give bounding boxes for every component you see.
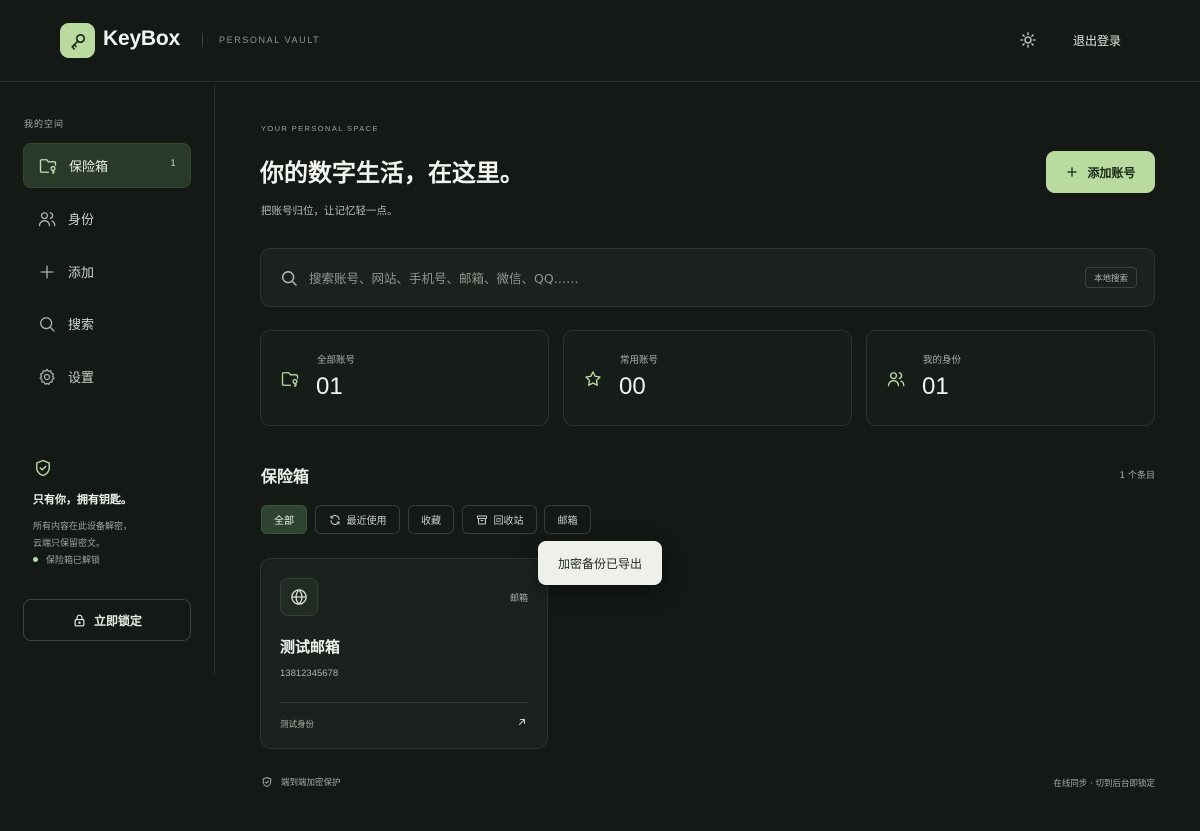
item-count: 1 个条目 xyxy=(1119,471,1155,481)
sidebar-item-identity[interactable]: 身份 xyxy=(23,196,191,241)
stat-card-identities[interactable]: 我的身份 01 xyxy=(866,330,1155,426)
footer-encryption: 端到端加密保护 xyxy=(261,776,341,788)
vault-status: 保险箱已解锁 xyxy=(33,553,100,566)
filter-chip-label: 邮箱 xyxy=(557,516,578,527)
security-note-line: 所有内容在此设备解密， xyxy=(33,522,133,532)
stat-label: 常用账号 xyxy=(620,355,659,366)
brand-subtitle: PERSONAL VAULT xyxy=(219,35,321,45)
arrow-up-right-icon[interactable] xyxy=(516,716,528,728)
account-title: 测试邮箱 xyxy=(280,638,341,656)
logout-button[interactable]: 退出登录 xyxy=(1073,32,1121,49)
sidebar-item-label: 搜索 xyxy=(68,318,95,333)
filter-chip-label: 收藏 xyxy=(421,516,441,527)
status-dot xyxy=(33,557,38,562)
account-identity: 测试身份 xyxy=(280,720,315,730)
brand-divider xyxy=(202,33,203,47)
filter-chip-all[interactable]: 全部 xyxy=(261,505,307,534)
vault-count-badge: 1 xyxy=(170,159,176,169)
globe-icon xyxy=(280,578,318,616)
footer-encryption-text: 端到端加密保护 xyxy=(281,778,341,788)
theme-toggle-sun-icon[interactable] xyxy=(1018,30,1038,50)
toast-notification: 加密备份已导出 xyxy=(538,541,662,585)
search-icon xyxy=(40,316,55,332)
account-phone: 13812345678 xyxy=(280,668,339,679)
key-logo-icon xyxy=(60,23,95,58)
add-account-button[interactable]: 添加账号 xyxy=(1046,151,1155,193)
search-icon xyxy=(282,271,297,286)
gear-icon xyxy=(39,368,55,385)
folder-key-icon xyxy=(39,158,57,174)
filter-chip-label: 全部 xyxy=(274,516,294,527)
plus-icon xyxy=(1067,167,1078,177)
sidebar: 我的空间 保险箱 1 身份 添加 搜索 设置 xyxy=(0,83,215,675)
security-note-title: 只有你，拥有钥匙。 xyxy=(33,493,132,506)
top-bar: KeyBox PERSONAL VAULT 退出登录 xyxy=(0,0,1200,82)
stat-value: 00 xyxy=(619,373,646,400)
star-icon xyxy=(585,371,601,386)
filter-chip-email[interactable]: 邮箱 xyxy=(544,505,591,534)
stat-card-all-accounts[interactable]: 全部账号 01 xyxy=(260,330,549,426)
card-divider xyxy=(280,702,529,703)
account-card[interactable]: 邮箱 测试邮箱 13812345678 测试身份 xyxy=(260,558,548,749)
account-type-tag: 邮箱 xyxy=(509,594,528,604)
add-account-label: 添加账号 xyxy=(1087,165,1136,180)
sidebar-item-label: 添加 xyxy=(68,266,95,281)
plus-icon xyxy=(40,265,54,278)
shield-check-icon xyxy=(262,777,272,787)
filter-chip-recent[interactable]: 最近使用 xyxy=(315,505,400,534)
search-input[interactable] xyxy=(309,265,1069,291)
sidebar-item-settings[interactable]: 设置 xyxy=(23,354,191,399)
filter-chip-label: 回收站 xyxy=(493,516,524,527)
refresh-icon xyxy=(330,514,339,525)
users-icon xyxy=(38,211,56,226)
folder-key-icon xyxy=(281,372,299,388)
section-title: 保险箱 xyxy=(261,467,310,486)
lock-icon xyxy=(74,614,85,626)
sidebar-item-add[interactable]: 添加 xyxy=(23,249,191,294)
stat-card-frequent[interactable]: 常用账号 00 xyxy=(563,330,852,426)
security-note-line: 云端只保留密文。 xyxy=(33,539,106,549)
brand-name: KeyBox xyxy=(103,27,180,50)
archive-icon xyxy=(476,515,487,524)
filter-chip-trash[interactable]: 回收站 xyxy=(462,505,537,534)
lock-now-label: 立即锁定 xyxy=(93,613,142,628)
shield-check-icon xyxy=(36,459,50,477)
sidebar-item-label: 身份 xyxy=(68,213,95,228)
stat-value: 01 xyxy=(316,373,343,400)
sidebar-title: 我的空间 xyxy=(24,120,65,130)
page-eyebrow: YOUR PERSONAL SPACE xyxy=(261,124,379,133)
sidebar-item-label: 保险箱 xyxy=(69,160,109,175)
footer-sync-status: 在线同步 · 切到后台即锁定 xyxy=(1053,779,1155,789)
page-title: 你的数字生活，在这里。 xyxy=(260,159,524,187)
local-search-badge: 本地搜索 xyxy=(1084,267,1137,288)
sidebar-item-vault[interactable]: 保险箱 1 xyxy=(23,143,191,188)
sidebar-item-search[interactable]: 搜索 xyxy=(23,301,191,346)
lock-now-button[interactable]: 立即锁定 xyxy=(23,599,191,641)
sidebar-item-label: 设置 xyxy=(68,371,95,386)
filter-chip-favorites[interactable]: 收藏 xyxy=(408,505,454,534)
stat-label: 我的身份 xyxy=(923,355,962,366)
stat-label: 全部账号 xyxy=(317,355,356,366)
page-subtitle: 把账号归位，让记忆轻一点。 xyxy=(261,205,398,217)
filter-chip-label: 最近使用 xyxy=(346,516,387,527)
search-bar: 本地搜索 xyxy=(260,248,1155,307)
users-icon xyxy=(887,372,905,387)
vault-status-text: 保险箱已解锁 xyxy=(46,556,101,566)
stat-value: 01 xyxy=(922,373,949,400)
